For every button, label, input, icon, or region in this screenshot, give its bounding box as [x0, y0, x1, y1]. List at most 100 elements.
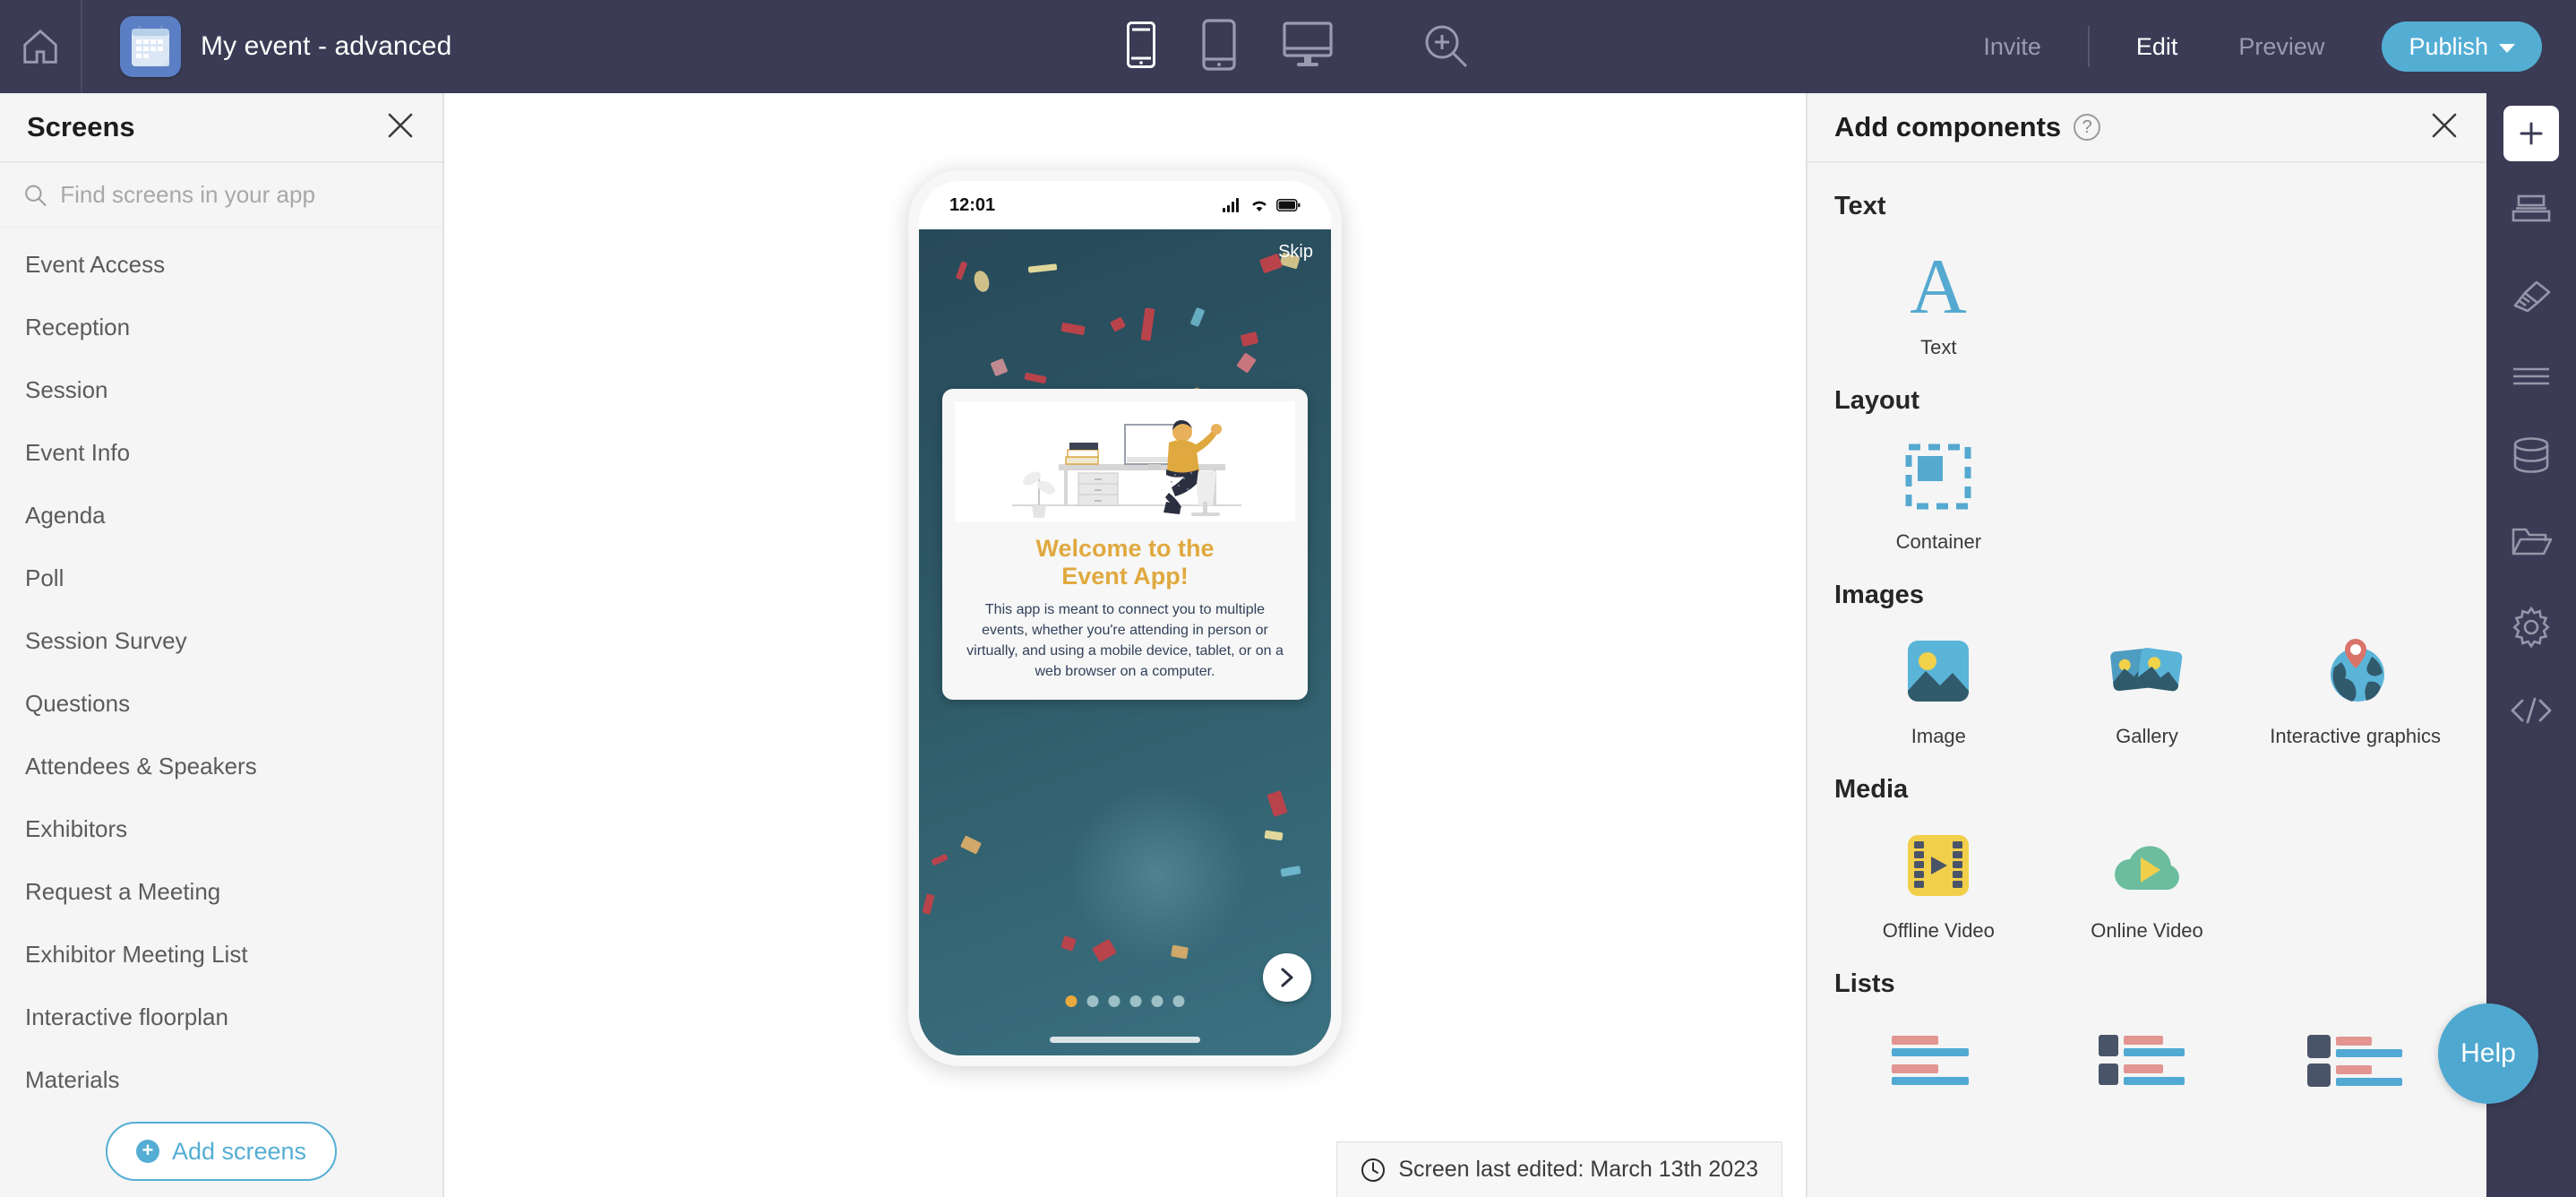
device-desktop-button[interactable]: [1283, 21, 1333, 73]
search-input[interactable]: [60, 181, 419, 209]
sidebar-item-request-a-meeting[interactable]: Request a Meeting: [0, 860, 442, 923]
list-thumb-glyph: [2098, 1035, 2185, 1085]
confetti: [1189, 306, 1206, 328]
sidebar-item-label: Reception: [25, 313, 131, 340]
sidebar-item-materials[interactable]: Materials: [0, 1048, 442, 1111]
group-media-grid: Offline Video Online Video: [1834, 817, 2460, 952]
sidebar-item-session-survey[interactable]: Session Survey: [0, 609, 442, 672]
sidebar-item-event-access[interactable]: Event Access: [0, 233, 442, 296]
add-screens-button[interactable]: + Add screens: [105, 1122, 338, 1181]
edit-tab[interactable]: Edit: [2106, 33, 2209, 61]
card-title-line1: Welcome to the: [1035, 535, 1215, 562]
device-switcher: [1127, 0, 1333, 93]
dot-4[interactable]: [1129, 995, 1142, 1007]
zoom-button[interactable]: [1422, 0, 1471, 93]
toolbar-code-button[interactable]: [2509, 695, 2554, 730]
last-edited-text: Screen last edited: March 13th 2023: [1398, 1157, 1758, 1182]
confetti: [1171, 944, 1189, 960]
group-title-text: Text: [1834, 192, 1886, 220]
paintbrush-icon: [2513, 280, 2551, 313]
letter-a-glyph: A: [1911, 245, 1968, 320]
component-label: Interactive graphics: [2270, 725, 2442, 747]
sidebar-item-agenda[interactable]: Agenda: [0, 484, 442, 547]
next-button[interactable]: [1263, 953, 1311, 1002]
toolbar-settings-button[interactable]: [2511, 606, 2552, 652]
sidebar-item-event-info[interactable]: Event Info: [0, 421, 442, 484]
dot-3[interactable]: [1108, 995, 1121, 1007]
sidebar-item-label: Agenda: [25, 501, 106, 529]
component-image[interactable]: Image: [1834, 623, 2043, 757]
home-button[interactable]: [0, 0, 82, 93]
sidebar-close-button[interactable]: [385, 110, 416, 145]
sidebar-item-poll[interactable]: Poll: [0, 547, 442, 609]
invite-button[interactable]: Invite: [1953, 33, 2072, 61]
database-icon: [2513, 437, 2549, 473]
component-interactive-graphics[interactable]: Interactive graphics: [2251, 623, 2460, 757]
confetti: [959, 835, 983, 855]
signal-icon: [1223, 198, 1239, 212]
component-label: Gallery: [2116, 725, 2178, 747]
plus-icon: +: [135, 1140, 159, 1163]
help-button[interactable]: Help: [2438, 1003, 2538, 1104]
sidebar-item-exhibitor-meeting-list[interactable]: Exhibitor Meeting List: [0, 923, 442, 986]
gallery-glyph: [2110, 647, 2183, 692]
publish-button[interactable]: Publish: [2382, 22, 2542, 72]
desk-illustration-icon: [1012, 420, 1241, 518]
panel-body: Text A Text Layout Container Images Imag…: [1807, 163, 2486, 1197]
skip-button[interactable]: Skip: [1278, 242, 1313, 263]
device-mobile-button[interactable]: [1127, 21, 1155, 73]
component-offline-video[interactable]: Offline Video: [1834, 817, 2043, 952]
question-mark-icon[interactable]: ?: [2074, 114, 2101, 141]
panel-close-button[interactable]: [2429, 110, 2460, 145]
sidebar-item-attendees-speakers[interactable]: Attendees & Speakers: [0, 735, 442, 797]
component-text[interactable]: A Text: [1834, 234, 2043, 368]
menu-lines-icon: [2513, 367, 2549, 385]
component-list-thumb[interactable]: [2043, 1012, 2252, 1123]
top-bar-actions: Invite Edit Preview Publish: [1953, 0, 2576, 93]
toolbar-data-button[interactable]: [2511, 436, 2552, 480]
card-title-line2: Event App!: [1061, 563, 1189, 590]
status-time: 12:01: [949, 194, 996, 215]
sidebar-item-session[interactable]: Session: [0, 358, 442, 421]
sidebar-item-questions[interactable]: Questions: [0, 672, 442, 735]
phone-screen: 12:01 Skip Welcome to the Event App! Thi…: [919, 181, 1331, 1055]
sidebar-item-exhibitors[interactable]: Exhibitors: [0, 797, 442, 860]
list-simple-icon: [1890, 1017, 1987, 1103]
confetti: [1024, 372, 1047, 384]
add-component-button[interactable]: [2503, 106, 2559, 161]
screens-list: Event Access Reception Session Event Inf…: [0, 228, 442, 1197]
app-icon-badge[interactable]: [120, 16, 181, 77]
component-container[interactable]: Container: [1834, 428, 2043, 563]
component-list-avatar[interactable]: [2251, 1012, 2460, 1123]
card-body: This app is meant to connect you to mult…: [966, 601, 1284, 680]
cloud-play-icon: [2110, 822, 2184, 909]
panel-title: Add components: [1834, 111, 2062, 142]
sidebar-item-label: Request a Meeting: [25, 877, 221, 905]
publish-label: Publish: [2409, 32, 2488, 60]
sidebar-header: Screens: [0, 93, 442, 163]
sidebar-item-reception[interactable]: Reception: [0, 296, 442, 358]
dot-2[interactable]: [1086, 995, 1099, 1007]
toolbar-layout-button[interactable]: [2511, 194, 2552, 234]
dot-5[interactable]: [1151, 995, 1163, 1007]
device-tablet-button[interactable]: [1202, 18, 1236, 75]
gear-icon: [2512, 606, 2550, 649]
group-layout-grid: Container: [1834, 428, 2460, 563]
preview-tab[interactable]: Preview: [2208, 33, 2355, 61]
screen-search[interactable]: [0, 163, 442, 228]
component-gallery[interactable]: Gallery: [2043, 623, 2252, 757]
list-simple-glyph: [1892, 1036, 1970, 1085]
globe-pin-icon: [2322, 628, 2390, 714]
toolbar-design-button[interactable]: [2510, 277, 2553, 321]
component-list-simple[interactable]: [1834, 1012, 2043, 1123]
list-thumb-icon: [2098, 1017, 2195, 1103]
sidebar-item-label: Event Info: [25, 438, 131, 466]
dot-1[interactable]: [1065, 995, 1078, 1007]
sidebar-item-interactive-floorplan[interactable]: Interactive floorplan: [0, 986, 442, 1048]
confetti: [1091, 938, 1118, 963]
folder-icon: [2512, 528, 2553, 555]
dot-6[interactable]: [1172, 995, 1185, 1007]
toolbar-menu-button[interactable]: [2511, 364, 2552, 393]
toolbar-files-button[interactable]: [2510, 523, 2553, 564]
component-online-video[interactable]: Online Video: [2043, 817, 2252, 952]
